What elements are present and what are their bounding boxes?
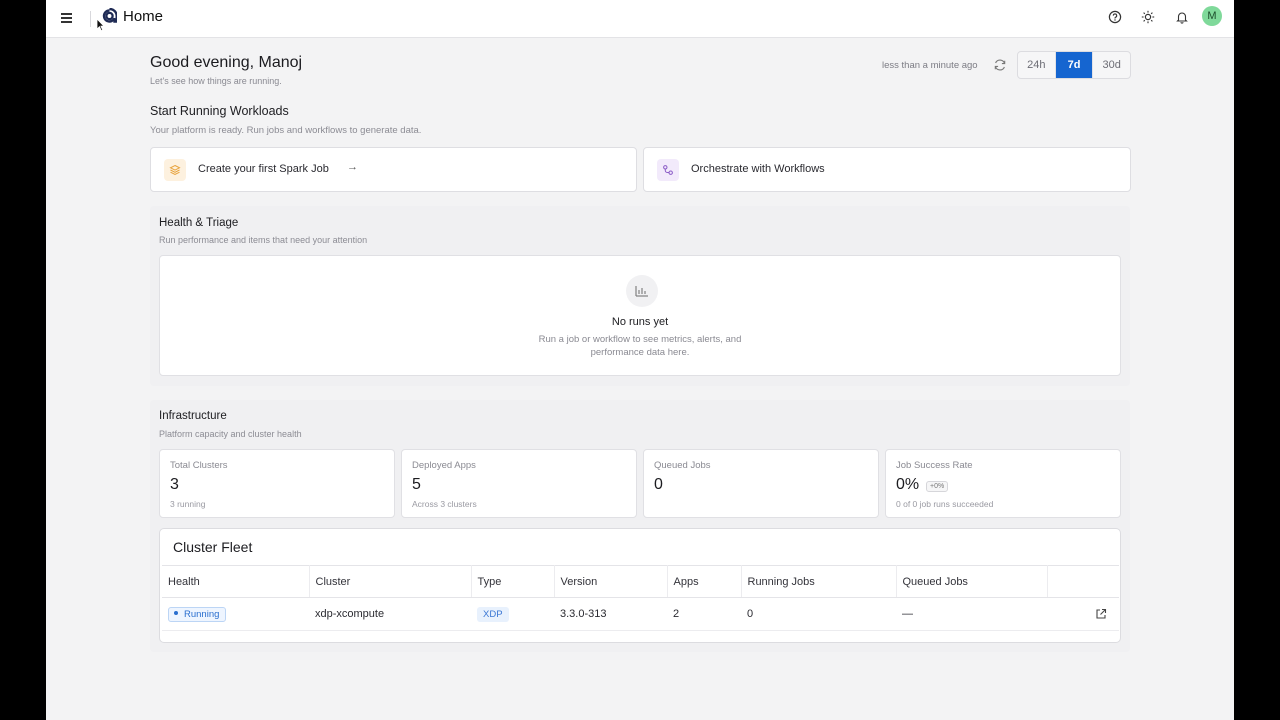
stat-card-queued-jobs: Queued Jobs 0 (643, 449, 879, 518)
bar-chart-icon (626, 275, 658, 307)
status-dot (174, 610, 178, 615)
stat-subtext: 3 running (170, 499, 206, 509)
column-header-cluster[interactable]: Cluster (309, 565, 472, 598)
orchestrate-workflows-card[interactable]: Orchestrate with Workflows (643, 147, 1131, 192)
page-title: Home (123, 8, 164, 25)
stat-subtext: Across 3 clusters (412, 499, 477, 509)
status-badge-label: Running (184, 608, 220, 620)
column-header-running-jobs[interactable]: Running Jobs (741, 565, 897, 598)
cluster-fleet-table: Health Cluster Type Version Apps Running… (162, 565, 1119, 631)
cluster-name-cell[interactable]: xdp-xcompute (309, 597, 471, 631)
range-24h-button[interactable]: 24h (1018, 52, 1056, 78)
health-title: Health & Triage (159, 217, 239, 229)
stat-value: 3 (170, 476, 179, 493)
menu-icon[interactable] (58, 9, 76, 27)
column-header-version[interactable]: Version (554, 565, 668, 598)
column-header-queued-jobs[interactable]: Queued Jobs (896, 565, 1048, 598)
health-subtitle: Run performance and items that need your… (159, 235, 368, 245)
stat-card-job-success-rate: Job Success Rate 0% +0% 0 of 0 job runs … (885, 449, 1121, 518)
app-window: Home M Good evening, Manoj Let's see how… (46, 0, 1234, 720)
status-badge: Running (168, 606, 227, 622)
orchestrate-workflows-label: Orchestrate with Workflows (691, 163, 825, 175)
type-badge: XDP (477, 606, 509, 622)
refresh-icon[interactable] (993, 58, 1007, 72)
stat-label: Total Clusters (170, 460, 228, 471)
arrow-right-icon: → (347, 161, 358, 173)
actions-cell (1047, 597, 1119, 631)
delta-badge: +0% (926, 481, 949, 492)
stat-value: 0% (896, 476, 920, 493)
column-header-actions (1047, 565, 1119, 598)
greeting-title: Good evening, Manoj (150, 54, 303, 71)
queued-jobs-cell: — (896, 597, 1047, 631)
range-7d-button[interactable]: 7d (1055, 52, 1094, 78)
no-runs-empty-state: No runs yet Run a job or workflow to see… (159, 255, 1121, 376)
divider (90, 11, 91, 27)
top-bar: Home M (46, 0, 1234, 38)
create-spark-job-label: Create your first Spark Job (198, 163, 329, 175)
greeting-subtitle: Let's see how things are running. (150, 76, 282, 86)
running-jobs-cell: 0 (741, 597, 896, 631)
empty-state-title: No runs yet (611, 316, 669, 328)
health-cell: Running (162, 597, 309, 631)
stat-value: 0 (654, 476, 663, 493)
infrastructure-subtitle: Platform capacity and cluster health (159, 429, 302, 439)
empty-state-description: Run a job or workflow to see metrics, al… (538, 334, 742, 358)
version-cell: 3.3.0-313 (554, 597, 667, 631)
stat-card-deployed-apps: Deployed Apps 5 Across 3 clusters (401, 449, 637, 518)
help-icon[interactable] (1106, 8, 1124, 26)
workflow-icon (657, 159, 679, 181)
range-30d-button[interactable]: 30d (1093, 52, 1130, 78)
mouse-cursor-icon (96, 18, 105, 32)
stat-label: Job Success Rate (896, 460, 973, 471)
column-header-type[interactable]: Type (471, 565, 555, 598)
apps-cell: 2 (667, 597, 741, 631)
column-header-health[interactable]: Health (162, 565, 310, 598)
time-range-selector: 24h 7d 30d (1017, 51, 1131, 79)
table-row[interactable]: Running xdp-xcompute XDP 3.3.0-313 2 0 — (162, 597, 1119, 631)
workloads-title: Start Running Workloads (150, 104, 289, 118)
column-header-apps[interactable]: Apps (667, 565, 742, 598)
table-header-row: Health Cluster Type Version Apps Running… (162, 565, 1119, 598)
cluster-fleet-title: Cluster Fleet (173, 539, 253, 555)
infrastructure-title: Infrastructure (159, 410, 227, 422)
stat-value: 5 (412, 476, 421, 493)
type-cell: XDP (471, 597, 554, 631)
stat-label: Deployed Apps (412, 460, 476, 471)
stat-subtext: 0 of 0 job runs succeeded (896, 499, 994, 509)
bell-icon[interactable] (1173, 8, 1191, 26)
create-spark-job-card[interactable]: Create your first Spark Job → (150, 147, 637, 192)
stat-label: Queued Jobs (654, 460, 711, 471)
workloads-subtitle: Your platform is ready. Run jobs and wor… (150, 125, 422, 136)
theme-sun-icon[interactable] (1139, 8, 1157, 26)
last-updated-text: less than a minute ago (882, 60, 978, 71)
layers-icon (164, 159, 186, 181)
stat-card-total-clusters: Total Clusters 3 3 running (159, 449, 395, 518)
avatar[interactable]: M (1202, 6, 1222, 26)
cluster-fleet-card: Cluster Fleet Health Cluster Type Versio… (159, 528, 1121, 643)
external-link-icon[interactable] (1095, 608, 1107, 620)
